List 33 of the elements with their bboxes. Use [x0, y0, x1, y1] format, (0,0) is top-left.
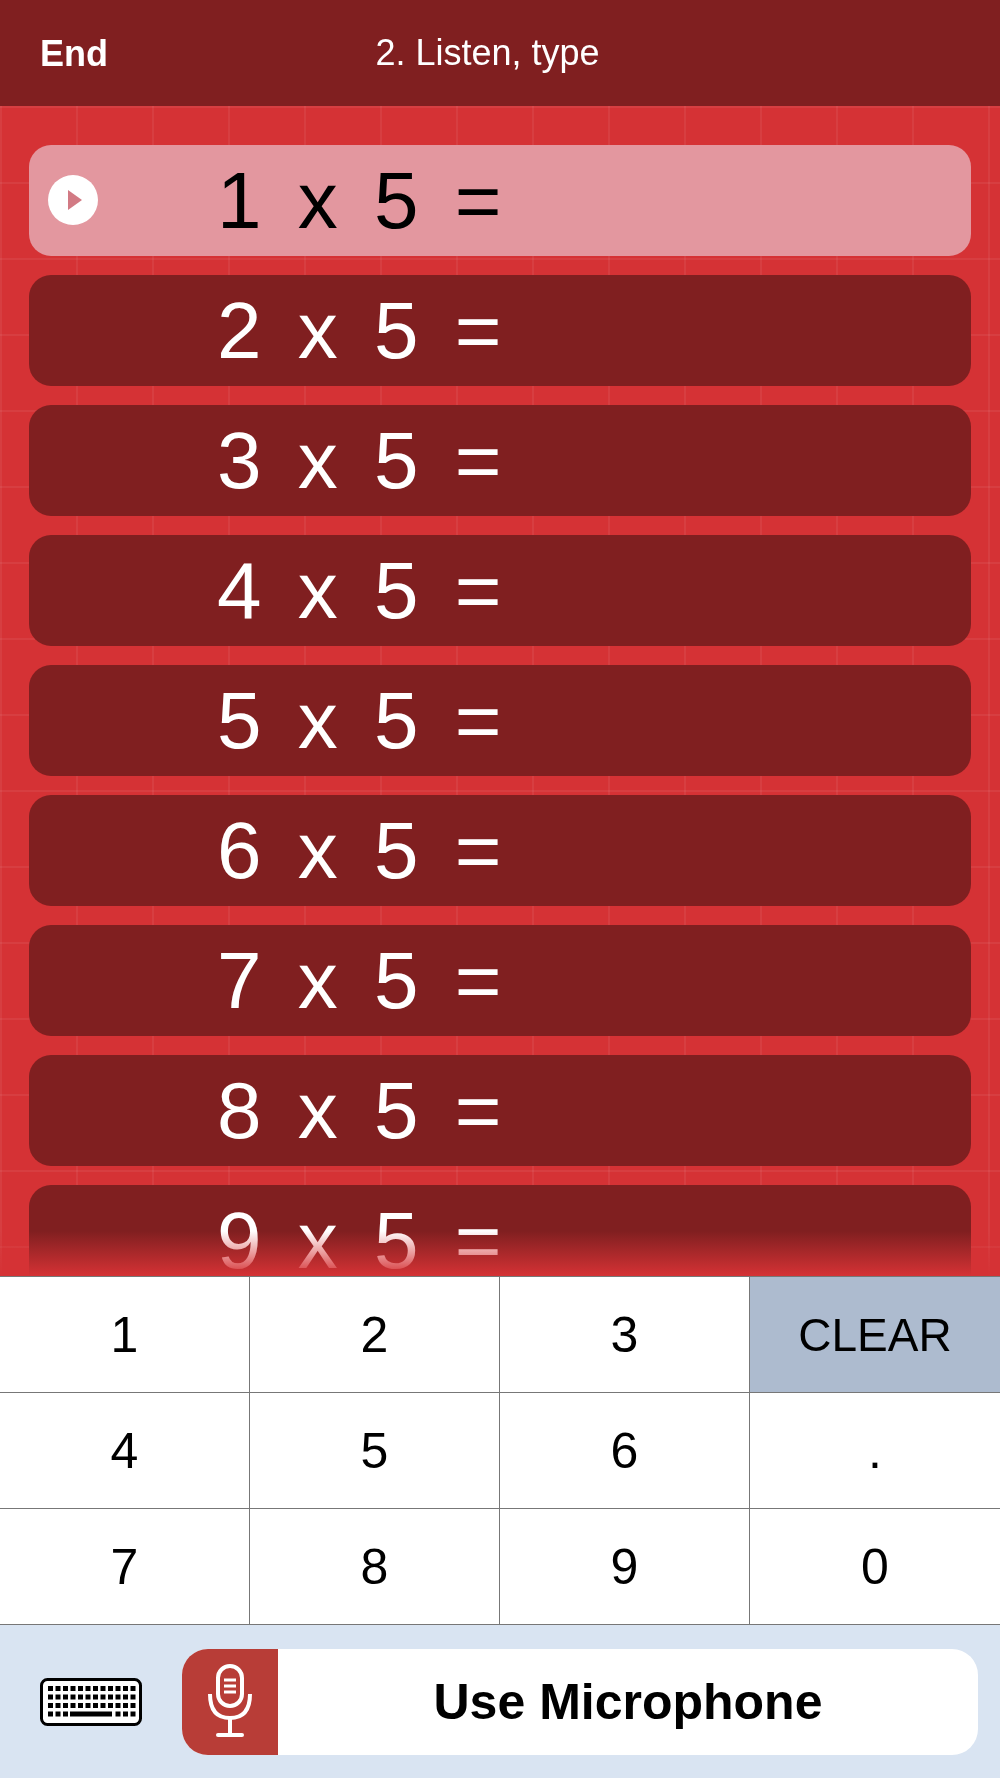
question-text: 3 x 5 =	[217, 414, 502, 507]
end-button[interactable]: End	[40, 33, 108, 75]
question-row[interactable]: 2 x 5 =	[29, 275, 971, 386]
question-text: 9 x 5 =	[217, 1194, 502, 1276]
keypad-key[interactable]: 9	[500, 1508, 750, 1624]
question-text: 4 x 5 =	[217, 544, 502, 637]
keypad-key[interactable]: 3	[500, 1276, 750, 1392]
question-row[interactable]: 3 x 5 =	[29, 405, 971, 516]
keypad-key[interactable]: 1	[0, 1276, 250, 1392]
question-text: 5 x 5 =	[217, 674, 502, 767]
question-row[interactable]: 6 x 5 =	[29, 795, 971, 906]
question-row[interactable]: 9 x 5 =	[29, 1185, 971, 1276]
keypad-key[interactable]: 4	[0, 1392, 250, 1508]
keypad-key[interactable]: 7	[0, 1508, 250, 1624]
keypad-key[interactable]: 6	[500, 1392, 750, 1508]
keypad-key[interactable]: 5	[250, 1392, 500, 1508]
keyboard-icon[interactable]	[40, 1677, 142, 1726]
question-row[interactable]: 5 x 5 =	[29, 665, 971, 776]
question-text: 1 x 5 =	[217, 154, 502, 247]
question-text: 8 x 5 =	[217, 1064, 502, 1157]
question-row[interactable]: 4 x 5 =	[29, 535, 971, 646]
keypad-key[interactable]: 2	[250, 1276, 500, 1392]
question-row[interactable]: 7 x 5 =	[29, 925, 971, 1036]
question-row[interactable]: 8 x 5 =	[29, 1055, 971, 1166]
screen-title: 2. Listen, type	[375, 32, 600, 74]
question-row[interactable]: 1 x 5 =	[29, 145, 971, 256]
play-icon[interactable]	[48, 175, 98, 225]
question-text: 6 x 5 =	[217, 804, 502, 897]
microphone-button[interactable]: Use Microphone	[182, 1648, 978, 1755]
question-text: 2 x 5 =	[217, 284, 502, 377]
question-text: 7 x 5 =	[217, 934, 502, 1027]
keypad-key[interactable]: 8	[250, 1508, 500, 1624]
clear-key[interactable]: CLEAR	[750, 1276, 1000, 1392]
